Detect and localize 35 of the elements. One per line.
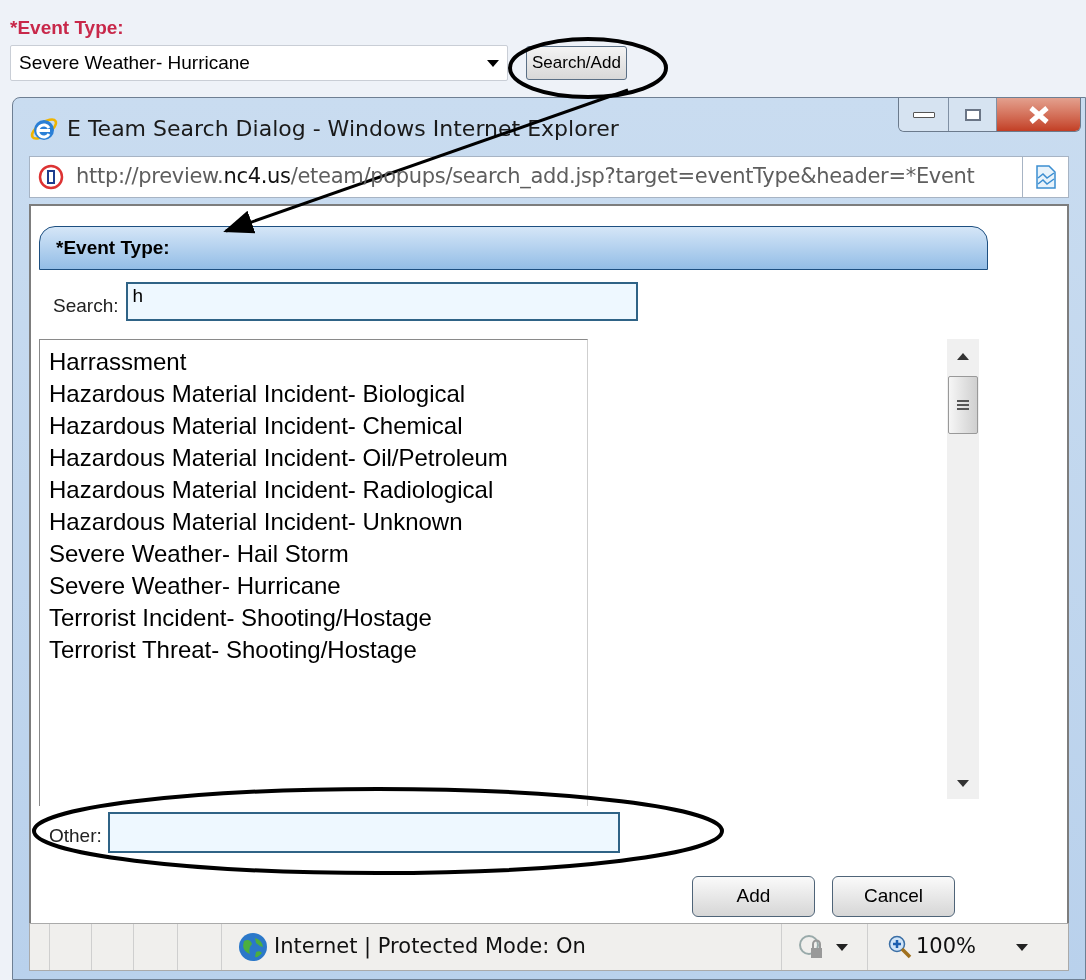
list-item[interactable]: Terrorist Threat- Shooting/Hostage [49,634,587,666]
caret-icon [487,59,499,67]
list-item[interactable]: Hazardous Material Incident- Chemical [49,410,587,442]
zoom-level[interactable]: 100% [916,931,977,963]
scroll-up-icon[interactable] [957,353,969,360]
other-label: Other: [49,824,102,849]
list-item[interactable]: Hazardous Material Incident- Radiological [49,474,587,506]
close-button[interactable] [997,98,1080,131]
search-label: Search: [53,294,119,319]
maximize-button[interactable] [949,98,997,131]
list-item[interactable]: Severe Weather- Hail Storm [49,538,587,570]
close-icon [1027,105,1050,124]
security-zone-text: Internet | Protected Mode: On [274,933,586,961]
dialog-button[interactable]: Add [692,876,815,917]
minimize-button[interactable] [899,98,949,131]
list-item[interactable]: Hazardous Material Incident- Unknown [49,506,587,538]
globe-icon [238,932,268,962]
list-item[interactable]: Terrorist Incident- Shooting/Hostage [49,602,587,634]
caret-icon[interactable] [1016,943,1028,951]
panel-header: *Event Type: [39,226,988,270]
dialog-button[interactable]: Cancel [832,876,955,917]
window-title: E Team Search Dialog - Windows Internet Explorer [67,115,619,143]
list-item[interactable]: Hazardous Material Incident- Oil/Petroleum [49,442,587,474]
scroll-down-icon[interactable] [957,780,969,787]
event-type-dropdown[interactable]: Severe Weather- Hurricane [10,45,508,81]
caret-icon[interactable] [836,943,848,951]
scrollbar[interactable] [947,339,979,799]
zoom-icon[interactable] [888,935,912,959]
field-label: *Event Type: [10,18,125,37]
list-item[interactable]: Hazardous Material Incident- Biological [49,378,587,410]
list-item[interactable]: Severe Weather- Hurricane [49,570,587,602]
search-add-button[interactable]: Search/Add [526,46,627,80]
search-field[interactable]: h [126,282,639,321]
list-item[interactable]: Harrassment [49,346,587,378]
other-field[interactable] [107,812,620,853]
